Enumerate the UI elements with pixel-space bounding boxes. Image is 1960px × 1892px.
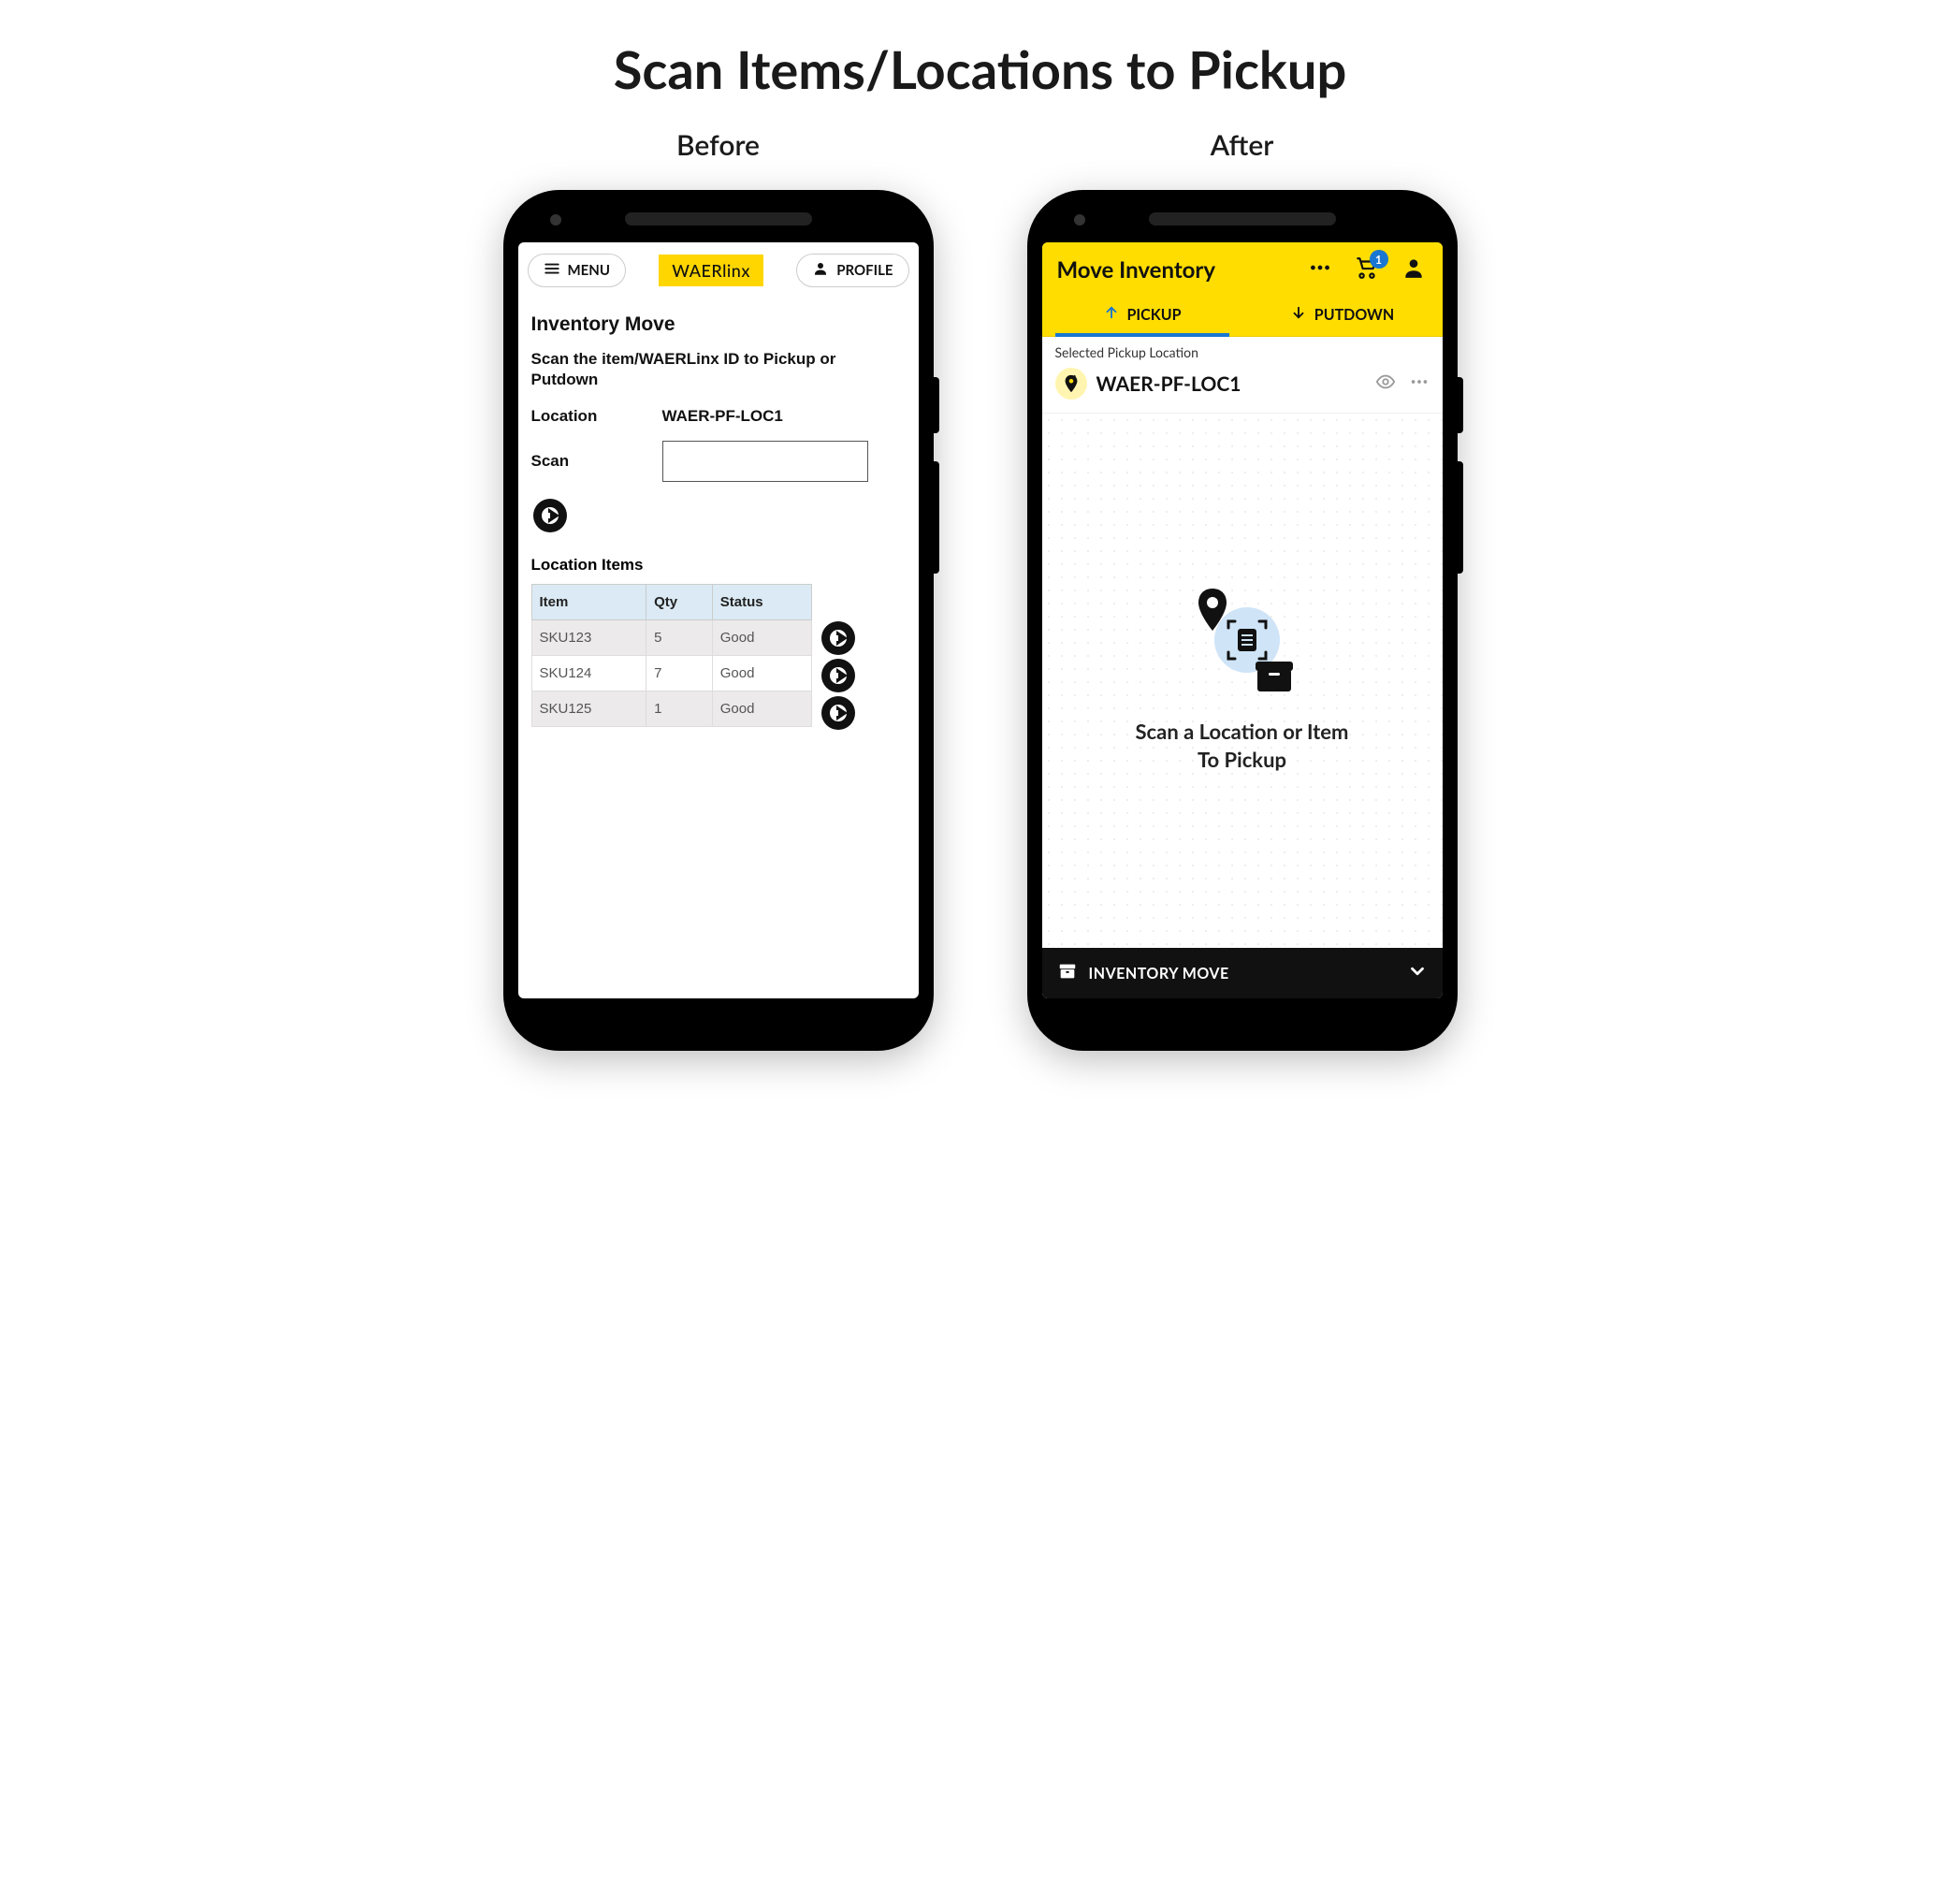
- screen-instruction: Scan the item/WAERLinx ID to Pickup or P…: [531, 349, 906, 390]
- after-phone-frame: Move Inventory 1: [1027, 190, 1458, 1051]
- bottom-bar-label: INVENTORY MOVE: [1089, 965, 1396, 982]
- before-label: Before: [676, 128, 760, 162]
- hero-text: Scan a Location or Item To Pickup: [1136, 718, 1349, 773]
- before-body: Inventory Move Scan the item/WAERLinx ID…: [518, 295, 919, 732]
- cell-item: SKU124: [531, 656, 646, 691]
- location-actions: [1375, 371, 1430, 396]
- cell-item: SKU125: [531, 691, 646, 727]
- tab-pickup[interactable]: PICKUP: [1042, 293, 1242, 336]
- hero-line2: To Pickup: [1136, 746, 1349, 774]
- scan-label: Scan: [531, 452, 662, 471]
- bottom-bar[interactable]: INVENTORY MOVE: [1042, 948, 1443, 998]
- cart-badge: 1: [1370, 250, 1388, 269]
- col-status: Status: [712, 585, 811, 620]
- cell-qty: 5: [646, 620, 713, 656]
- selected-location-label: Selected Pickup Location: [1042, 337, 1443, 364]
- cell-status: Good: [712, 620, 811, 656]
- before-screen: MENU WAERlinx PROFILE Inventory Move Sca…: [518, 242, 919, 998]
- scan-row: Scan: [531, 441, 906, 482]
- screen-title: Inventory Move: [531, 313, 906, 336]
- after-label: After: [1211, 128, 1274, 162]
- cell-status: Good: [712, 656, 811, 691]
- col-item: Item: [531, 585, 646, 620]
- cell-qty: 1: [646, 691, 713, 727]
- before-topbar: MENU WAERlinx PROFILE: [518, 242, 919, 295]
- cell-qty: 7: [646, 656, 713, 691]
- location-items-title: Location Items: [531, 556, 906, 575]
- comparison-row: Before MENU WAERlinx: [19, 128, 1941, 1051]
- scan-illustration: [1186, 589, 1299, 701]
- after-column: After Move Inventory: [1027, 128, 1458, 1051]
- table-header-row: Item Qty Status: [531, 585, 811, 620]
- phone-speaker: [625, 212, 812, 226]
- cell-status: Good: [712, 691, 811, 727]
- before-phone-frame: MENU WAERlinx PROFILE Inventory Move Sca…: [503, 190, 934, 1051]
- tab-putdown[interactable]: PUTDOWN: [1242, 293, 1443, 336]
- after-screen: Move Inventory 1: [1042, 242, 1443, 998]
- after-tabs: PICKUP PUTDOWN: [1042, 293, 1443, 337]
- person-icon: [812, 260, 829, 281]
- menu-icon: [544, 260, 560, 281]
- scan-hero: Scan a Location or Item To Pickup: [1042, 414, 1443, 948]
- scan-input[interactable]: [662, 441, 868, 482]
- arrow-down-icon: [1290, 304, 1307, 325]
- phone-side-button: [1458, 377, 1463, 433]
- menu-button[interactable]: MENU: [528, 254, 627, 287]
- phone-side-button: [934, 461, 939, 574]
- location-badge-icon: [1055, 368, 1087, 400]
- table-row[interactable]: SKU124 7 Good: [531, 656, 811, 691]
- profile-label: PROFILE: [836, 262, 893, 279]
- more-button[interactable]: [1306, 255, 1334, 284]
- after-actions: 1: [1306, 255, 1428, 284]
- menu-label: MENU: [568, 262, 611, 279]
- location-items-wrap: Item Qty Status SKU123 5 Good: [531, 584, 906, 732]
- location-more-button[interactable]: [1409, 371, 1430, 396]
- brand-logo: WAERlinx: [659, 255, 763, 286]
- more-horizontal-icon: [1409, 378, 1430, 396]
- table-row[interactable]: SKU125 1 Good: [531, 691, 811, 727]
- eye-icon: [1375, 378, 1396, 396]
- row-arrow-button[interactable]: [820, 619, 857, 657]
- table-row[interactable]: SKU123 5 Good: [531, 620, 811, 656]
- row-arrow-button[interactable]: [820, 657, 857, 694]
- more-horizontal-icon: [1308, 255, 1332, 284]
- after-appbar: Move Inventory 1: [1042, 242, 1443, 293]
- hero-line1: Scan a Location or Item: [1136, 718, 1349, 746]
- cell-item: SKU123: [531, 620, 646, 656]
- profile-button[interactable]: [1400, 255, 1428, 284]
- location-items-table: Item Qty Status SKU123 5 Good: [531, 584, 812, 727]
- after-title: Move Inventory: [1057, 256, 1216, 284]
- person-icon: [1401, 255, 1426, 284]
- profile-button[interactable]: PROFILE: [796, 254, 908, 287]
- location-label: Location: [531, 407, 662, 426]
- tab-putdown-label: PUTDOWN: [1314, 306, 1394, 324]
- phone-speaker: [1149, 212, 1336, 226]
- chevron-down-icon: [1407, 961, 1428, 985]
- before-column: Before MENU WAERlinx: [503, 128, 934, 1051]
- selected-location-row: WAER-PF-LOC1: [1042, 364, 1443, 414]
- submit-arrow-button[interactable]: [531, 497, 569, 534]
- archive-icon: [1057, 961, 1078, 985]
- col-qty: Qty: [646, 585, 713, 620]
- row-arrows: [820, 619, 857, 732]
- page-title: Scan Items/Locations to Pickup: [19, 37, 1941, 100]
- view-button[interactable]: [1375, 371, 1396, 396]
- location-row: Location WAER-PF-LOC1: [531, 407, 906, 426]
- selected-location-value: WAER-PF-LOC1: [1096, 372, 1366, 396]
- arrow-up-icon: [1103, 304, 1120, 325]
- cart-button[interactable]: 1: [1353, 255, 1381, 284]
- location-value: WAER-PF-LOC1: [662, 407, 783, 426]
- phone-side-button: [1458, 461, 1463, 574]
- box-icon: [1256, 660, 1293, 697]
- row-arrow-button[interactable]: [820, 694, 857, 732]
- phone-side-button: [934, 377, 939, 433]
- tab-pickup-label: PICKUP: [1127, 306, 1182, 324]
